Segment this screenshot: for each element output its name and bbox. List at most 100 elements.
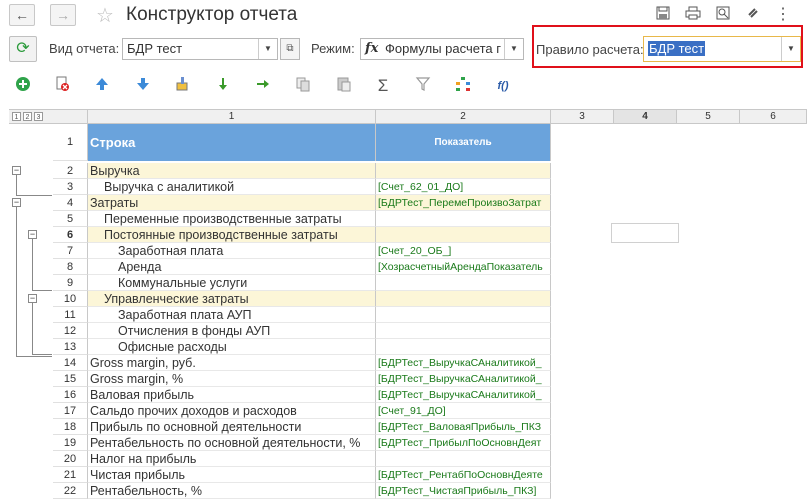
row-number[interactable]: 10 (53, 291, 88, 307)
preview-icon[interactable] (714, 6, 732, 24)
row-indicator-cell[interactable] (376, 227, 551, 243)
column-header-1[interactable]: 1 (88, 110, 376, 124)
row-indicator-cell[interactable] (376, 339, 551, 355)
arrow-down-icon[interactable] (213, 76, 233, 96)
save-icon[interactable] (654, 6, 672, 24)
column-header-4[interactable]: 4 (614, 110, 677, 124)
back-button[interactable]: ← (9, 4, 35, 26)
chevron-down-icon[interactable]: ▼ (258, 39, 277, 59)
chevron-down-icon[interactable]: ▼ (781, 37, 800, 61)
column-header-3[interactable]: 3 (551, 110, 614, 124)
add-icon[interactable] (13, 76, 33, 96)
row-indicator-cell[interactable] (376, 163, 551, 179)
row-indicator-cell[interactable]: [БДРТест_ВыручкаСАналитикой_ (376, 387, 551, 403)
move-down-icon[interactable] (133, 76, 153, 96)
report-type-field[interactable]: БДР тест ▼ (122, 38, 278, 60)
row-indicator-cell[interactable]: [БДРТест_ВыручкаСАналитикой_ (376, 371, 551, 387)
row-number[interactable]: 14 (53, 355, 88, 371)
collapse-group-button[interactable]: − (28, 230, 37, 239)
level-3-button[interactable]: 3 (34, 112, 43, 121)
row-indicator-cell[interactable]: [БДРТест_ПрибылПоОсновнДеят (376, 435, 551, 451)
row-name-cell[interactable]: Заработная плата (88, 243, 376, 259)
row-number[interactable]: 6 (53, 227, 88, 243)
selected-cell[interactable] (611, 223, 679, 243)
row-indicator-cell[interactable] (376, 211, 551, 227)
row-number[interactable]: 16 (53, 387, 88, 403)
copy-icon[interactable] (293, 76, 313, 96)
row-name-cell[interactable]: Управленческие затраты (88, 291, 376, 307)
row-number[interactable]: 9 (53, 275, 88, 291)
row-number[interactable]: 2 (53, 163, 88, 179)
row-name-cell[interactable]: Выручка с аналитикой (88, 179, 376, 195)
move-up-icon[interactable] (92, 76, 112, 96)
row-indicator-cell[interactable]: [БДРТест_ВыручкаСАналитикой_ (376, 355, 551, 371)
row-name-cell[interactable]: Валовая прибыль (88, 387, 376, 403)
row-number[interactable]: 7 (53, 243, 88, 259)
row-name-cell[interactable]: Рентабельность, % (88, 483, 376, 499)
row-number[interactable]: 12 (53, 323, 88, 339)
row-number[interactable]: 15 (53, 371, 88, 387)
row-name-cell[interactable]: Заработная плата АУП (88, 307, 376, 323)
level-2-button[interactable]: 2 (23, 112, 32, 121)
row-number[interactable]: 11 (53, 307, 88, 323)
row-number[interactable]: 13 (53, 339, 88, 355)
row-number[interactable]: 22 (53, 483, 88, 499)
search-icon[interactable] (744, 6, 762, 24)
print-icon[interactable] (684, 6, 702, 24)
row-indicator-cell[interactable]: [БДРТест_ЧистаяПрибыль_ПКЗ] (376, 483, 551, 499)
mode-field[interactable]: fx Формулы расчета г ▼ (360, 38, 524, 60)
row-number[interactable]: 5 (53, 211, 88, 227)
collapse-group-button[interactable]: − (12, 166, 21, 175)
row-name-cell[interactable]: Прибыль по основной деятельности (88, 419, 376, 435)
forward-button[interactable]: → (50, 4, 76, 26)
row-name-cell[interactable]: Налог на прибыль (88, 451, 376, 467)
row-number[interactable]: 20 (53, 451, 88, 467)
row-name-cell[interactable]: Отчисления в фонды АУП (88, 323, 376, 339)
row-name-cell[interactable]: Затраты (88, 195, 376, 211)
row-indicator-cell[interactable]: [БДРТест_ВаловаяПрибыль_ПКЗ (376, 419, 551, 435)
favorite-star-icon[interactable]: ☆ (96, 3, 114, 28)
column-header-2[interactable]: 2 (376, 110, 551, 124)
delete-icon[interactable] (52, 76, 72, 96)
more-icon[interactable]: ⋮ (774, 6, 792, 24)
row-indicator-cell[interactable] (376, 275, 551, 291)
row-name-cell[interactable]: Постоянные производственные затраты (88, 227, 376, 243)
header-cell-row[interactable]: Строка (88, 124, 376, 161)
header-cell-indicator[interactable]: Показатель (376, 124, 551, 161)
row-name-cell[interactable]: Gross margin, руб. (88, 355, 376, 371)
open-report-type-button[interactable]: ⧉ (280, 38, 300, 60)
arrow-right-icon[interactable] (253, 76, 273, 96)
row-number[interactable]: 21 (53, 467, 88, 483)
column-header-6[interactable]: 6 (740, 110, 807, 124)
row-indicator-cell[interactable] (376, 307, 551, 323)
row-indicator-cell[interactable] (376, 323, 551, 339)
column-header-5[interactable]: 5 (677, 110, 740, 124)
chevron-down-icon[interactable]: ▼ (504, 39, 523, 59)
tree-icon[interactable] (453, 76, 473, 96)
collapse-group-button[interactable]: − (12, 198, 21, 207)
row-indicator-cell[interactable]: [Счет_91_ДО] (376, 403, 551, 419)
row-name-cell[interactable]: Сальдо прочих доходов и расходов (88, 403, 376, 419)
collapse-group-button[interactable]: − (28, 294, 37, 303)
row-indicator-cell[interactable]: [БДРТест_РентабПоОсновнДеяте (376, 467, 551, 483)
row-indicator-cell[interactable]: [БДРТест_ПеремеПроизвоЗатрат (376, 195, 551, 211)
row-name-cell[interactable]: Gross margin, % (88, 371, 376, 387)
row-number[interactable]: 4 (53, 195, 88, 211)
row-number[interactable]: 17 (53, 403, 88, 419)
refresh-button[interactable]: ⟳ (9, 36, 37, 62)
row-number[interactable]: 3 (53, 179, 88, 195)
row-name-cell[interactable]: Выручка (88, 163, 376, 179)
paste-icon[interactable] (334, 76, 354, 96)
row-name-cell[interactable]: Чистая прибыль (88, 467, 376, 483)
row-name-cell[interactable]: Рентабельность по основной деятельности,… (88, 435, 376, 451)
row-name-cell[interactable]: Аренда (88, 259, 376, 275)
row-name-cell[interactable]: Переменные производственные затраты (88, 211, 376, 227)
row-name-cell[interactable]: Коммунальные услуги (88, 275, 376, 291)
spreadsheet[interactable]: 1 2 3 1 2 3 4 5 6 1 Строка Показатель − … (9, 109, 807, 502)
row-number-1[interactable]: 1 (53, 124, 88, 161)
row-number[interactable]: 19 (53, 435, 88, 451)
row-number[interactable]: 18 (53, 419, 88, 435)
filter-icon[interactable] (413, 76, 433, 96)
sum-icon[interactable]: Σ (373, 76, 393, 96)
row-indicator-cell[interactable]: [Счет_62_01_ДО] (376, 179, 551, 195)
